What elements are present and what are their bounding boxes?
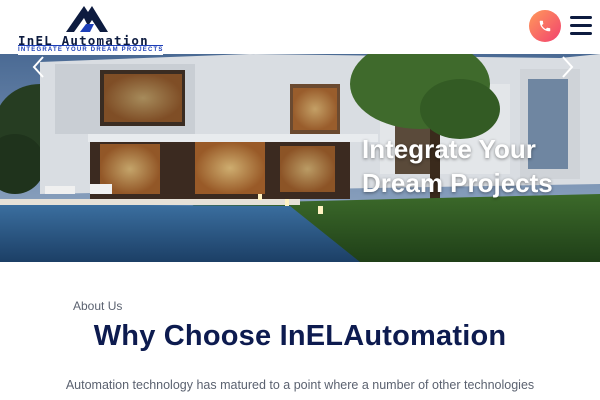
hero-title: Integrate Your Dream Projects bbox=[362, 134, 553, 198]
phone-button[interactable] bbox=[529, 10, 561, 42]
chevron-left-icon[interactable] bbox=[30, 54, 48, 80]
logo-mark-icon bbox=[66, 6, 108, 32]
hero-slider: Integrate Your Dream Projects bbox=[0, 54, 600, 262]
hamburger-menu-button[interactable] bbox=[570, 16, 592, 36]
about-us-label: About Us bbox=[73, 299, 123, 313]
logo-tagline: INTEGRATE YOUR DREAM PROJECTS bbox=[18, 45, 164, 55]
about-text: Automation technology has matured to a p… bbox=[65, 378, 535, 392]
site-logo[interactable]: InEL Automation INTEGRATE YOUR DREAM PRO… bbox=[18, 4, 168, 55]
chevron-right-icon[interactable] bbox=[558, 54, 576, 80]
site-header: InEL Automation INTEGRATE YOUR DREAM PRO… bbox=[0, 0, 600, 55]
phone-icon bbox=[539, 20, 551, 32]
section-title: Why Choose InELAutomation bbox=[93, 320, 507, 352]
hamburger-menu-icon bbox=[570, 16, 592, 19]
hamburger-line bbox=[570, 32, 592, 35]
hamburger-line bbox=[570, 24, 592, 27]
